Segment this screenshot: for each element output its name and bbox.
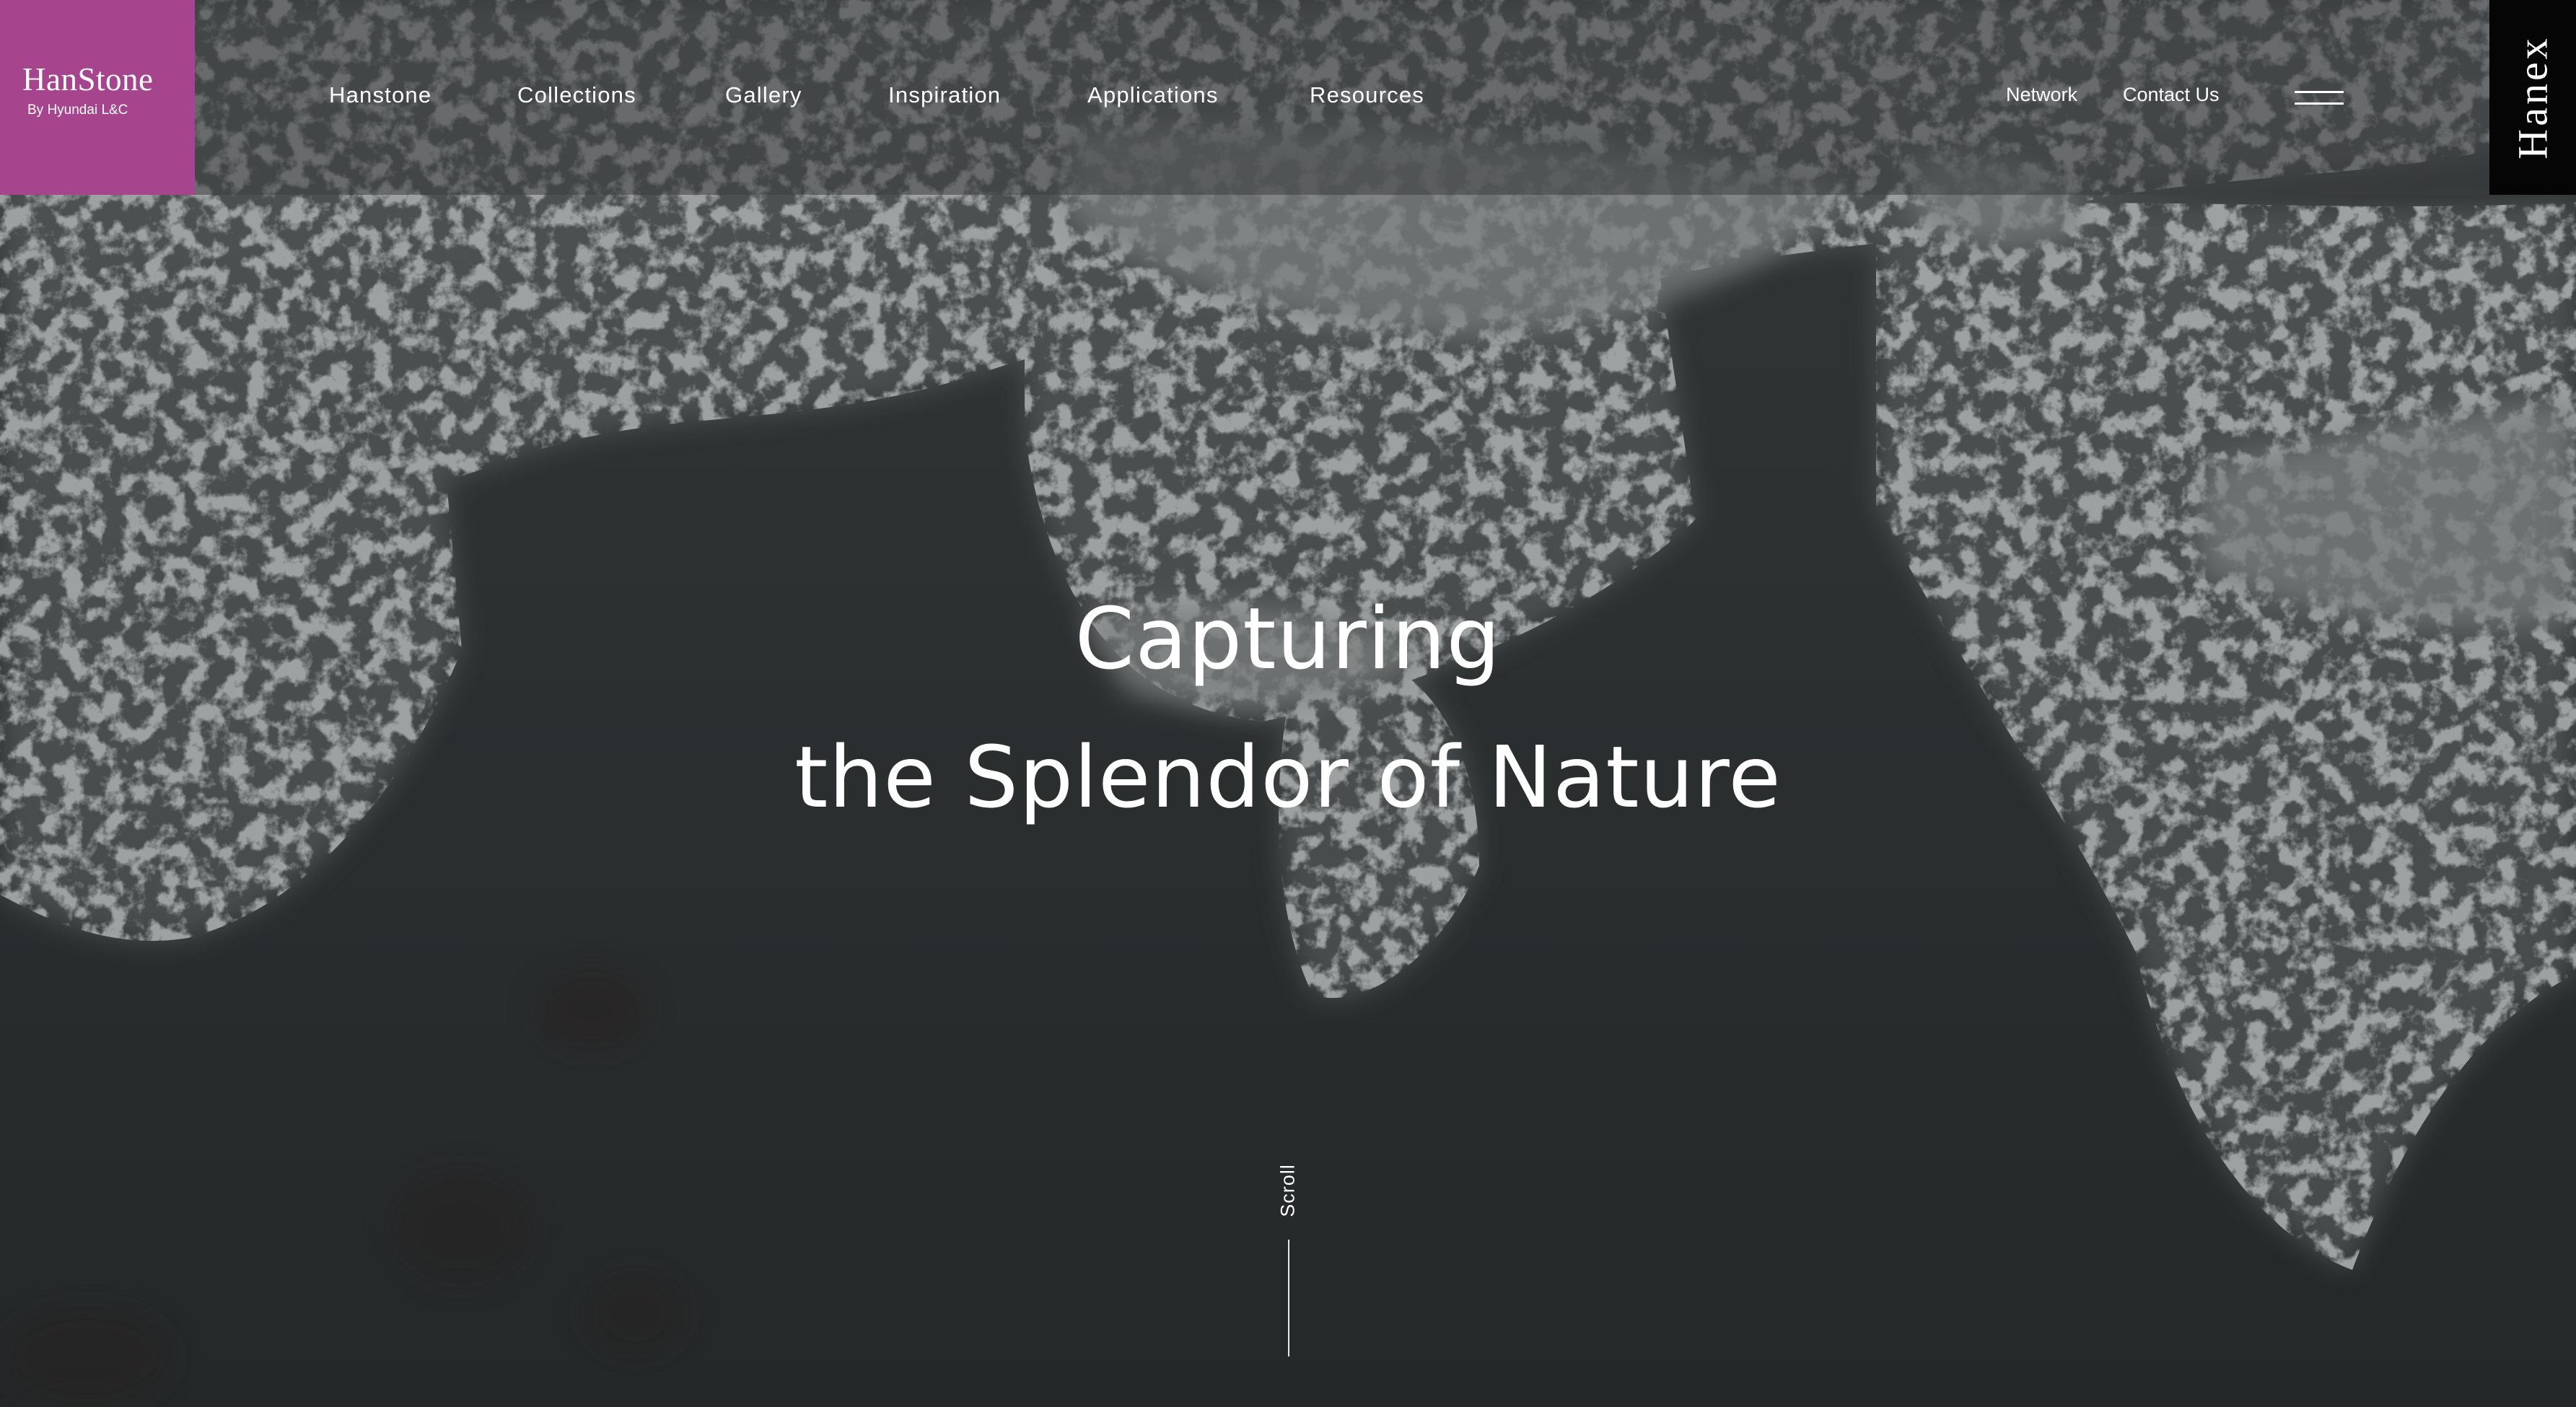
- hero-heading: Capturing the Splendor of Nature: [0, 584, 2576, 831]
- contact-us-link[interactable]: Contact Us: [2123, 84, 2220, 106]
- logo-tagline: By Hyundai L&C: [27, 102, 128, 118]
- site-header: HanStone By Hyundai L&C Hanstone Collect…: [0, 0, 2576, 195]
- hanstone-logo[interactable]: HanStone By Hyundai L&C: [0, 0, 195, 195]
- nav-item-inspiration[interactable]: Inspiration: [888, 82, 1001, 108]
- nav-item-hanstone[interactable]: Hanstone: [329, 82, 431, 108]
- logo-wordmark: HanStone: [22, 61, 154, 97]
- menu-bar-top: [2295, 91, 2344, 93]
- scroll-line: [1288, 1240, 1289, 1356]
- nav-item-collections[interactable]: Collections: [517, 82, 636, 108]
- hamburger-menu-icon[interactable]: [2295, 88, 2347, 108]
- scroll-indicator[interactable]: Scroll: [1263, 1154, 1313, 1371]
- nav-item-applications[interactable]: Applications: [1087, 82, 1219, 108]
- hanex-label: Hanex: [2509, 35, 2557, 159]
- hero-heading-line-2: the Splendor of Nature: [794, 727, 1782, 827]
- hero-heading-line-1: Capturing: [1074, 589, 1502, 688]
- nav-item-resources[interactable]: Resources: [1310, 82, 1424, 108]
- hanex-brand-tab[interactable]: Hanex: [2489, 0, 2576, 195]
- nav-item-gallery[interactable]: Gallery: [725, 82, 802, 108]
- page: HanStone By Hyundai L&C Hanstone Collect…: [0, 0, 2576, 1407]
- scroll-label: Scroll: [1276, 1164, 1299, 1217]
- network-link[interactable]: Network: [2006, 84, 2077, 106]
- menu-bar-bottom: [2295, 102, 2344, 105]
